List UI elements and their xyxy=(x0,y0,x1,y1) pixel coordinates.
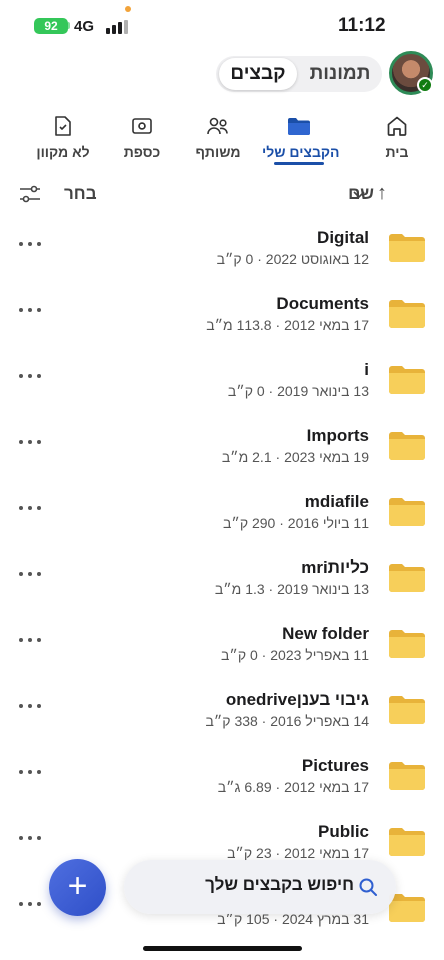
file-meta: 13 בינואר 2019 · 1.3 מ״ב xyxy=(214,581,369,597)
chevron-down-icon[interactable] xyxy=(352,184,366,206)
more-options-icon[interactable] xyxy=(19,305,41,315)
file-name: Imports xyxy=(306,426,369,445)
tab-home-label: בית xyxy=(385,144,409,160)
tab-offline-label: לא מקוון xyxy=(36,144,90,160)
file-meta: 13 בינואר 2019 · 0 ק״ב xyxy=(227,383,369,399)
sort-direction-icon[interactable]: ↑ xyxy=(377,182,387,205)
file-row[interactable]: i 13 בינואר 2019 · 0 ק״ב xyxy=(0,347,444,413)
file-meta: 17 במאי 2012 · 113.8 מ״ב xyxy=(206,317,369,333)
add-button[interactable]: + xyxy=(49,859,106,916)
signal-icon xyxy=(106,18,128,34)
file-list: Digital 12 באוגוסט 2022 · 0 ק״ב Document… xyxy=(0,215,444,935)
file-name: Public xyxy=(317,822,369,841)
file-name: i xyxy=(364,360,369,379)
active-tab-indicator xyxy=(274,162,324,165)
file-row[interactable]: Imports 19 במאי 2023 · 2.1 מ״ב xyxy=(0,413,444,479)
vault-icon xyxy=(132,118,152,134)
folder-icon xyxy=(389,498,425,526)
toggle-files[interactable]: קבצים xyxy=(219,58,297,90)
file-meta: 17 במאי 2012 · 6.89 ג״ב xyxy=(217,779,369,795)
folder-icon xyxy=(389,630,425,658)
file-name: mdiafile xyxy=(304,492,369,511)
sync-check-icon: ✓ xyxy=(417,77,433,93)
more-options-icon[interactable] xyxy=(19,767,41,777)
battery-level: 92 xyxy=(44,19,58,33)
tab-shared[interactable]: משותף xyxy=(190,114,246,162)
tab-vault-label: כספת xyxy=(123,144,161,160)
more-options-icon[interactable] xyxy=(19,635,41,645)
file-meta: 12 באוגוסט 2022 · 0 ק״ב xyxy=(216,251,369,267)
file-meta: 19 במאי 2023 · 2.1 מ״ב xyxy=(221,449,369,465)
file-meta: 11 ביולי 2016 · 290 ק״ב xyxy=(223,515,369,531)
more-options-icon[interactable] xyxy=(19,503,41,513)
file-name: Pictures xyxy=(301,756,369,775)
folder-icon xyxy=(288,118,310,135)
photos-files-toggle: תמונות קבצים xyxy=(216,56,382,92)
toggle-photos[interactable]: תמונות xyxy=(300,58,380,90)
file-name: Documents xyxy=(276,294,369,313)
file-row[interactable]: mdiafile 11 ביולי 2016 · 290 ק״ב xyxy=(0,479,444,545)
more-options-icon[interactable] xyxy=(19,701,41,711)
status-time: 11:12 xyxy=(338,15,386,36)
file-row[interactable]: New folder 11 באפריל 2023 · 0 ק״ב xyxy=(0,611,444,677)
folder-icon xyxy=(389,432,425,460)
search-input[interactable]: חיפוש בקבצים שלך xyxy=(124,860,396,914)
file-meta: 11 באפריל 2023 · 0 ק״ב xyxy=(221,647,369,663)
file-name: New folder xyxy=(282,624,369,643)
file-meta: 14 באפריל 2016 · 338 ק״ב xyxy=(205,713,369,729)
people-icon xyxy=(207,117,228,135)
tab-my-files-label: הקבצים שלי xyxy=(262,144,340,160)
folder-icon xyxy=(389,828,425,856)
file-name: גיבוי בענןonedrive xyxy=(225,690,369,709)
file-row[interactable]: גיבוי בענןonedrive 14 באפריל 2016 · 338 … xyxy=(0,677,444,743)
more-options-icon[interactable] xyxy=(19,239,41,249)
tab-my-files[interactable]: הקבצים שלי xyxy=(262,114,340,162)
more-options-icon[interactable] xyxy=(19,371,41,381)
file-row[interactable]: כליותmri 13 בינואר 2019 · 1.3 מ״ב xyxy=(0,545,444,611)
battery-indicator: 92 xyxy=(34,18,68,34)
privacy-indicator-dot xyxy=(125,6,131,12)
more-options-icon[interactable] xyxy=(19,437,41,447)
tab-vault[interactable]: כספת xyxy=(118,114,166,162)
search-icon xyxy=(359,878,377,896)
tab-home[interactable]: בית xyxy=(372,114,422,162)
file-row[interactable]: Documents 17 במאי 2012 · 113.8 מ״ב xyxy=(0,281,444,347)
file-row[interactable]: Digital 12 באוגוסט 2022 · 0 ק״ב xyxy=(0,215,444,281)
folder-icon xyxy=(389,564,425,592)
filter-sliders-icon[interactable] xyxy=(18,183,42,205)
file-name: Digital xyxy=(317,228,369,247)
folder-icon xyxy=(389,366,425,394)
tab-shared-label: משותף xyxy=(195,144,241,160)
select-button[interactable]: בחר xyxy=(64,184,97,204)
tab-offline[interactable]: לא מקוון xyxy=(32,114,94,162)
file-name: כליותmri xyxy=(301,558,369,577)
file-meta: 17 במאי 2012 · 23 ק״ב xyxy=(227,845,369,861)
folder-icon xyxy=(389,234,425,262)
sort-bar: ↑ שם בחר xyxy=(0,180,444,210)
status-bar: 92 4G 11:12 xyxy=(0,0,444,52)
network-type: 4G xyxy=(74,18,95,35)
folder-icon xyxy=(389,696,425,724)
folder-icon xyxy=(389,762,425,790)
search-placeholder: חיפוש בקבצים שלך xyxy=(205,875,354,894)
battery-nub xyxy=(68,22,70,29)
home-icon xyxy=(387,116,407,136)
home-indicator xyxy=(143,946,302,951)
more-options-icon[interactable] xyxy=(19,899,41,909)
more-options-icon[interactable] xyxy=(19,569,41,579)
more-options-icon[interactable] xyxy=(19,833,41,843)
folder-icon xyxy=(389,300,425,328)
file-row[interactable]: Pictures 17 במאי 2012 · 6.89 ג״ב xyxy=(0,743,444,809)
offline-icon xyxy=(55,116,71,136)
